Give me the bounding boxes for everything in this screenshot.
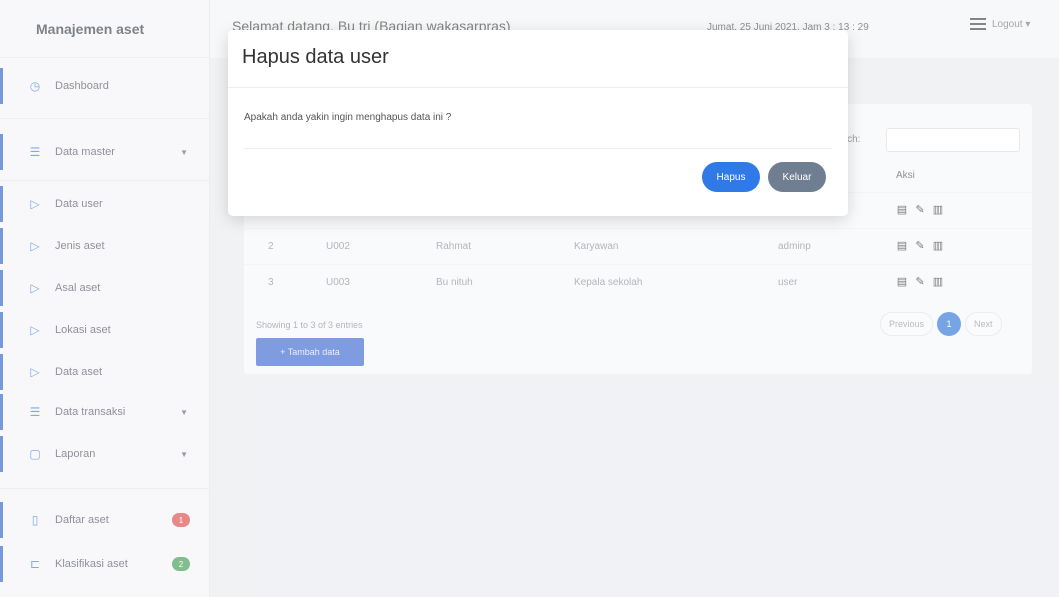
confirm-delete-button[interactable]: Hapus <box>702 162 760 192</box>
cancel-button[interactable]: Keluar <box>768 162 826 192</box>
divider <box>228 87 848 88</box>
modal-message: Apakah anda yakin ingin menghapus data i… <box>244 112 452 123</box>
delete-confirm-modal: Hapus data user Apakah anda yakin ingin … <box>228 30 848 216</box>
modal-title: Hapus data user <box>242 46 389 68</box>
divider <box>244 148 832 149</box>
